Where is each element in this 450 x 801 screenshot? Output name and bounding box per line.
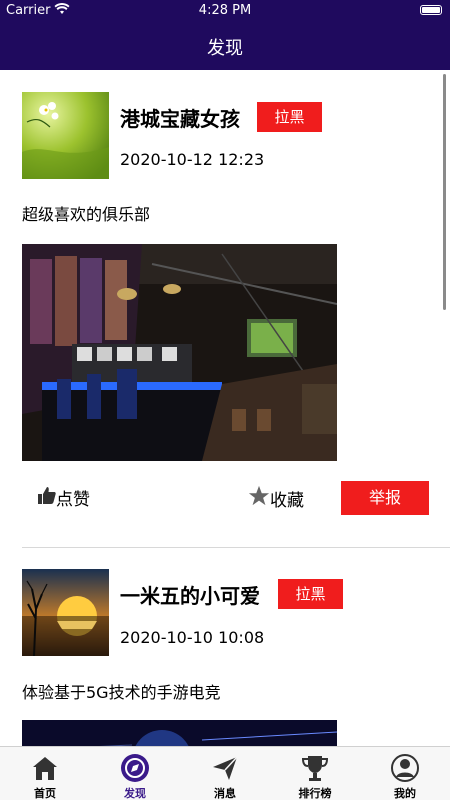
favorite-button[interactable]: 收藏 — [248, 485, 304, 512]
post-actions: 点赞 收藏 举报 — [0, 481, 450, 515]
avatar[interactable] — [22, 92, 109, 179]
tab-discover[interactable]: 发现 — [90, 747, 180, 801]
tab-label: 首页 — [34, 787, 56, 800]
page-title: 发现 — [207, 38, 243, 59]
post-time: 2020-10-10 10:08 — [120, 628, 265, 647]
favorite-label: 收藏 — [270, 491, 304, 511]
avatar[interactable] — [22, 569, 109, 656]
star-icon — [248, 485, 270, 512]
divider — [22, 547, 450, 548]
like-button[interactable]: 点赞 — [38, 485, 90, 510]
tab-label: 消息 — [214, 787, 236, 800]
status-bar: Carrier 4:28 PM — [0, 0, 450, 24]
post-content: 体验基于5G技术的手游电竞 — [22, 683, 221, 702]
post-content: 超级喜欢的俱乐部 — [22, 205, 151, 224]
post-time: 2020-10-12 12:23 — [120, 150, 265, 169]
discover-feed[interactable]: 港城宝藏女孩 拉黑 2020-10-12 12:23 超级喜欢的俱乐部 点赞 收… — [0, 70, 450, 746]
thumbs-up-icon — [38, 486, 56, 509]
user-icon — [390, 753, 420, 783]
report-button[interactable]: 举报 — [341, 481, 429, 515]
tab-label: 我的 — [394, 787, 416, 800]
username[interactable]: 一米五的小可爱 — [120, 580, 260, 609]
nav-header: Carrier 4:28 PM 发现 — [0, 0, 450, 70]
block-button[interactable]: 拉黑 — [278, 579, 343, 609]
like-label: 点赞 — [56, 490, 90, 510]
trophy-icon — [300, 753, 330, 783]
tab-messages[interactable]: 消息 — [180, 747, 270, 801]
send-icon — [210, 753, 240, 783]
block-button[interactable]: 拉黑 — [257, 102, 322, 132]
tab-bar: 首页 发现 消息 排行榜 我的 — [0, 746, 450, 800]
scrollbar[interactable] — [443, 74, 446, 310]
battery-icon — [420, 5, 442, 15]
tab-label: 发现 — [124, 787, 146, 800]
clock: 4:28 PM — [198, 3, 252, 18]
tab-ranking[interactable]: 排行榜 — [270, 747, 360, 801]
tab-home[interactable]: 首页 — [0, 747, 90, 801]
post-image[interactable] — [22, 244, 337, 461]
tab-label: 排行榜 — [298, 787, 332, 800]
post-image[interactable] — [22, 720, 337, 746]
tab-profile[interactable]: 我的 — [360, 747, 450, 801]
home-icon — [30, 753, 60, 783]
username[interactable]: 港城宝藏女孩 — [120, 103, 240, 132]
compass-icon — [120, 753, 150, 783]
